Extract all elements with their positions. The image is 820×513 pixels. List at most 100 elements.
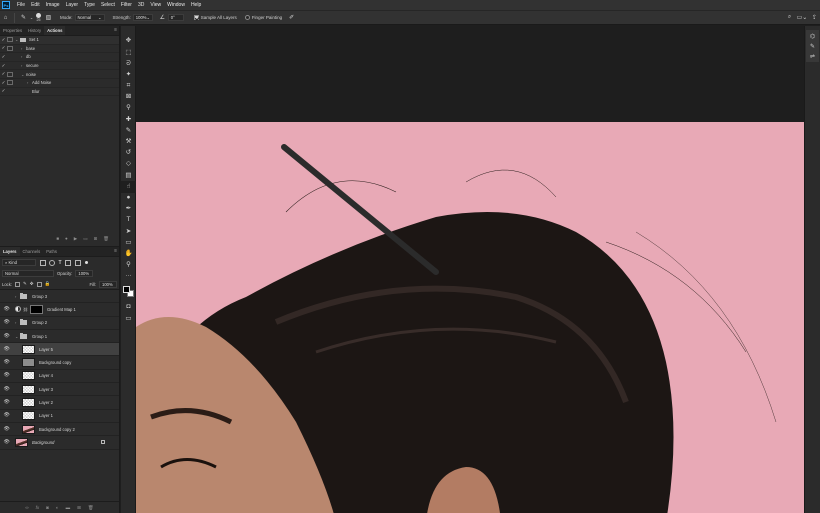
layer-thumbnail[interactable] <box>22 384 35 394</box>
toggle-dialog-icon[interactable] <box>7 37 13 43</box>
toggle-item-check-icon[interactable]: ✓ <box>0 80 7 86</box>
angle-input[interactable]: 0° <box>167 14 184 21</box>
trash-icon[interactable]: 🗑 <box>103 236 109 242</box>
menu-layer[interactable]: Layer <box>63 0 82 10</box>
menu-select[interactable]: Select <box>98 0 118 10</box>
toggle-item-check-icon[interactable]: ✓ <box>0 54 7 60</box>
brush-settings-icon[interactable]: ▧ <box>43 12 54 23</box>
menu-edit[interactable]: Edit <box>28 0 43 10</box>
new-set-icon[interactable]: ▭ <box>83 236 87 242</box>
history-brush-tool-icon[interactable]: ↺ <box>121 148 136 159</box>
healing-tool-icon[interactable]: ✚ <box>121 114 136 125</box>
visibility-eye-icon[interactable]: 👁 <box>0 440 13 445</box>
stamp-tool-icon[interactable]: ⚒ <box>121 137 136 148</box>
layer-group-row[interactable]: 👁›Group 3 <box>0 290 119 304</box>
layer-name[interactable]: Group 1 <box>32 334 47 339</box>
layer-row[interactable]: 👁 Layer 5 <box>0 343 119 357</box>
visibility-eye-icon[interactable]: 👁 <box>0 307 13 312</box>
layer-thumbnail[interactable] <box>22 424 35 434</box>
filter-smart-object-icon[interactable] <box>74 259 81 266</box>
strength-input[interactable]: 100% ⌄ <box>132 14 153 21</box>
pressure-icon[interactable]: ✐ <box>286 12 297 23</box>
layer-thumbnail[interactable] <box>22 358 35 368</box>
layer-style-icon[interactable]: fx <box>36 505 40 510</box>
brush-size-picker[interactable]: 25 <box>36 13 41 22</box>
home-icon[interactable]: ⌂ <box>0 12 11 23</box>
menu-image[interactable]: Image <box>43 0 63 10</box>
layer-name[interactable]: Layer 1 <box>39 413 53 418</box>
lock-pixels-icon[interactable]: ✎ <box>23 281 27 287</box>
new-action-icon[interactable]: ⊞ <box>94 236 98 242</box>
tab-paths[interactable]: Paths <box>43 247 60 256</box>
blend-mode-select[interactable]: Normal <box>2 270 54 277</box>
lock-icon[interactable] <box>101 440 105 445</box>
lock-artboard-icon[interactable] <box>36 281 42 287</box>
hand-tool-icon[interactable]: ✋ <box>121 249 136 260</box>
search-icon[interactable]: ⌕ <box>784 12 795 23</box>
add-mask-icon[interactable]: ◙ <box>46 505 49 510</box>
screen-mode-icon[interactable]: ▭ <box>121 313 136 324</box>
layer-thumbnail[interactable] <box>22 411 35 421</box>
move-tool-icon[interactable]: ✥ <box>121 36 136 47</box>
toggle-dialog-icon[interactable] <box>7 45 13 51</box>
layer-name[interactable]: Group 2 <box>32 320 47 325</box>
lock-transparent-icon[interactable] <box>15 281 21 287</box>
layer-name[interactable]: Gradient Map 1 <box>47 307 76 312</box>
layer-name[interactable]: Background <box>32 440 54 445</box>
tab-properties[interactable]: Properties <box>0 26 25 35</box>
opacity-input[interactable]: 100% <box>75 270 94 277</box>
record-icon[interactable]: ● <box>65 236 68 241</box>
smudge-tool-preset-icon[interactable]: ✎ <box>18 12 29 23</box>
layer-name[interactable]: Background copy <box>39 360 71 365</box>
toggle-dialog-icon[interactable] <box>7 80 13 86</box>
layer-name[interactable]: Layer 2 <box>39 400 53 405</box>
smudge-tool-icon[interactable]: ☝ <box>121 181 136 193</box>
toggle-dialog-icon[interactable] <box>7 63 13 68</box>
toggle-item-check-icon[interactable]: ✓ <box>0 88 7 94</box>
photoshop-logo-icon[interactable]: Ps <box>2 1 10 9</box>
layer-group-row[interactable]: 👁 ⌄ Group 1 <box>0 330 119 344</box>
filter-type-icon[interactable]: T <box>59 260 62 266</box>
stop-icon[interactable]: ■ <box>56 236 59 241</box>
tab-actions[interactable]: Actions <box>44 26 66 35</box>
brush-panel-icon[interactable]: ✎ <box>806 41 819 51</box>
libraries-icon[interactable]: ⌬ <box>806 31 819 41</box>
crop-tool-icon[interactable]: ⌗ <box>121 81 136 92</box>
layer-row[interactable]: 👁 Layer 4 <box>0 370 119 384</box>
tab-history[interactable]: History <box>25 26 44 35</box>
layer-row[interactable]: 👁 Background <box>0 436 119 450</box>
frame-tool-icon[interactable]: ⊠ <box>121 92 136 103</box>
path-select-tool-icon[interactable]: ➤ <box>121 226 136 237</box>
lasso-tool-icon[interactable]: ᘐ <box>121 58 136 69</box>
link-layers-icon[interactable]: ∞ <box>25 505 28 510</box>
layer-mask-thumbnail[interactable] <box>30 304 43 314</box>
layer-thumbnail[interactable] <box>22 398 35 408</box>
play-icon[interactable]: ▶ <box>74 236 77 242</box>
action-row[interactable]: ✓ Blur <box>0 88 119 97</box>
visibility-eye-icon[interactable]: 👁 <box>0 413 13 418</box>
layer-name[interactable]: Layer 4 <box>39 373 53 378</box>
lock-position-icon[interactable]: ✥ <box>30 281 34 287</box>
toggle-dialog-icon[interactable] <box>7 54 13 59</box>
layer-thumbnail[interactable] <box>22 371 35 381</box>
fill-input[interactable]: 100% <box>99 280 117 288</box>
visibility-eye-icon[interactable]: 👁 <box>0 373 13 378</box>
visibility-eye-icon[interactable]: 👁 <box>0 387 13 392</box>
adjustment-layer-icon[interactable]: ◐ <box>56 505 59 510</box>
sample-all-layers-checkbox[interactable]: Sample All Layers <box>193 15 237 20</box>
visibility-eye-icon[interactable]: 👁 <box>0 347 13 352</box>
layer-row[interactable]: 👁 Layer 3 <box>0 383 119 397</box>
toggle-dialog-icon[interactable] <box>7 71 13 77</box>
toggle-item-check-icon[interactable]: ✓ <box>0 45 7 51</box>
layer-row[interactable]: 👁 Layer 2 <box>0 396 119 410</box>
chevron-down-icon[interactable]: ⌄ <box>29 12 34 23</box>
filter-pixel-icon[interactable] <box>39 259 46 266</box>
tab-layers[interactable]: Layers <box>0 247 20 256</box>
menu-type[interactable]: Type <box>81 0 98 10</box>
brush-tool-icon[interactable]: ✎ <box>121 126 136 137</box>
layer-row[interactable]: 👁 ⛓ Gradient Map 1 <box>0 303 119 317</box>
menu-3d[interactable]: 3D <box>135 0 147 10</box>
filter-kind-select[interactable]: ⌕ Kind <box>2 259 36 266</box>
quick-mask-icon[interactable]: ◘ <box>121 302 136 313</box>
trash-icon[interactable]: 🗑 <box>88 505 94 511</box>
